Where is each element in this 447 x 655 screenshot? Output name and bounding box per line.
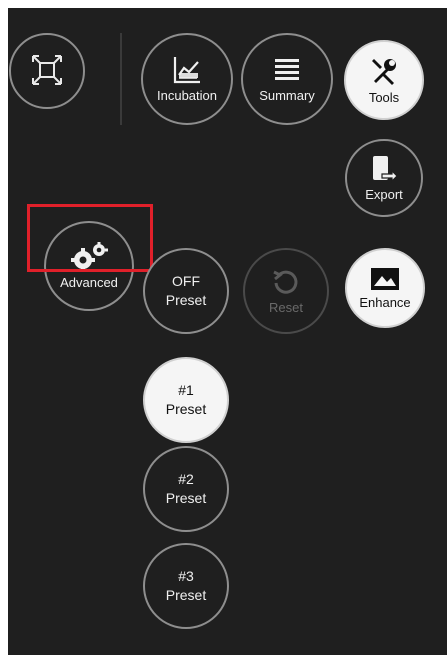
fullscreen-button[interactable] (9, 33, 85, 109)
tools-label: Tools (368, 90, 400, 105)
preset-line1: OFF (172, 273, 200, 289)
wrench-screwdriver-icon (368, 55, 400, 87)
reset-label: Reset (269, 300, 303, 315)
preset-line2: Preset (165, 587, 207, 603)
preset-3-button[interactable]: #3 Preset (143, 543, 229, 629)
export-button[interactable]: Export (345, 139, 423, 217)
list-icon (272, 55, 302, 85)
preset-line2: Preset (165, 490, 207, 506)
tools-button[interactable]: Tools (344, 40, 424, 120)
preset-line1: #1 (178, 382, 194, 398)
preset-1-button[interactable]: #1 Preset (143, 357, 229, 443)
preset-line1: #3 (178, 568, 194, 584)
advanced-label: Advanced (60, 275, 118, 290)
preset-line2: Preset (165, 401, 207, 417)
summary-button[interactable]: Summary (241, 33, 333, 125)
incubation-button[interactable]: Incubation (141, 33, 233, 125)
preset-line2: Preset (165, 292, 207, 308)
fullscreen-icon (30, 53, 64, 87)
preset-off-button[interactable]: OFF Preset (143, 248, 229, 334)
incubation-label: Incubation (157, 88, 217, 103)
preset-line1: #2 (178, 471, 194, 487)
image-icon (369, 266, 401, 292)
export-icon (370, 154, 398, 184)
chart-icon (172, 55, 202, 85)
summary-label: Summary (259, 88, 315, 103)
preset-2-button[interactable]: #2 Preset (143, 446, 229, 532)
reset-icon (271, 267, 301, 297)
toolbar-divider (120, 33, 122, 125)
selection-highlight (27, 204, 153, 272)
enhance-label: Enhance (359, 295, 411, 310)
export-label: Export (365, 187, 403, 202)
enhance-button[interactable]: Enhance (345, 248, 425, 328)
reset-button[interactable]: Reset (243, 248, 329, 334)
